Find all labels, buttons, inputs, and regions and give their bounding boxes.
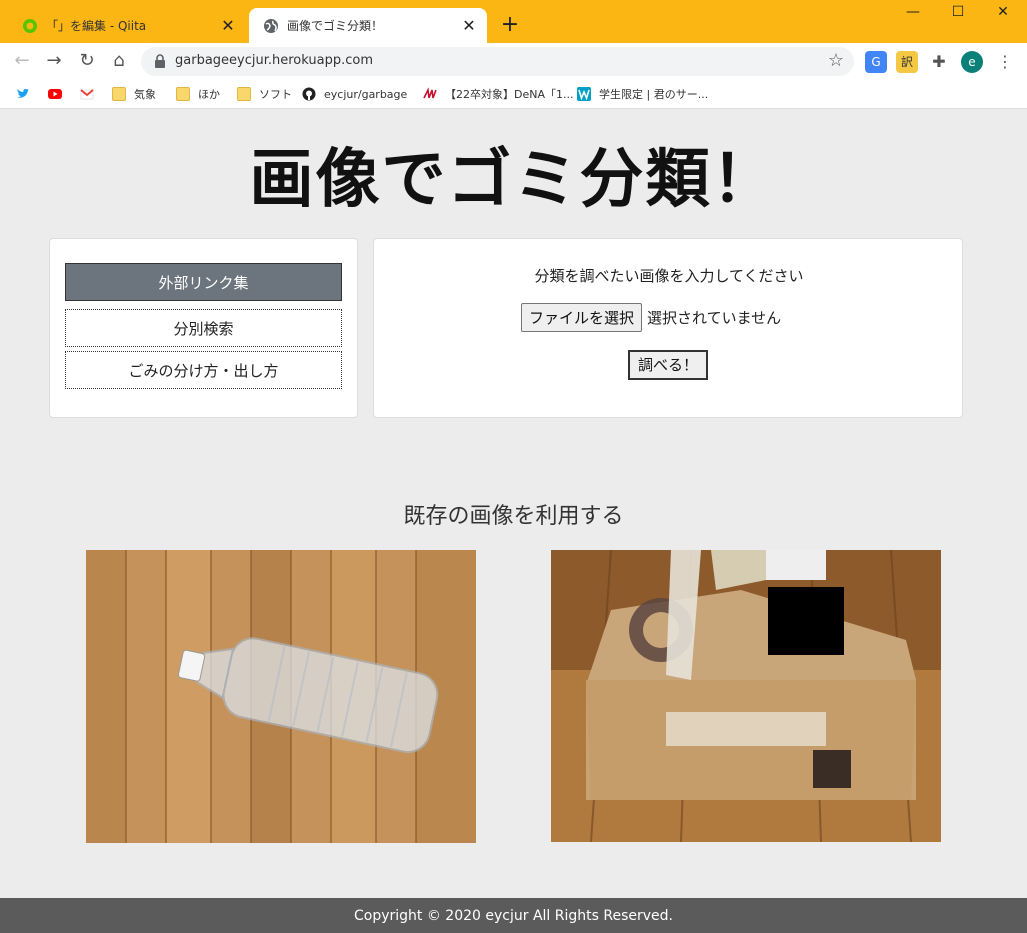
bookmark-label: 学生限定 | 君のサー... — [599, 88, 709, 101]
qiita-favicon-icon — [22, 18, 38, 34]
bookmark-label: ソフト — [259, 88, 292, 101]
github-icon — [302, 87, 316, 101]
upload-card: 分類を調べたい画像を入力してください ファイルを選択 選択されていません 調べる… — [373, 238, 963, 418]
browser-toolbar: ← → ↻ ⌂ garbageeycjur.herokuapp.com ☆ G … — [0, 43, 1027, 79]
globe-icon — [263, 18, 279, 34]
youtube-icon — [48, 89, 62, 99]
folder-icon — [112, 87, 126, 101]
puzzle-extensions-icon[interactable]: ✚ — [928, 51, 950, 73]
bookmark-gmail[interactable] — [80, 85, 102, 103]
external-links-button[interactable]: 外部リンク集 — [65, 263, 342, 301]
folder-icon — [237, 87, 251, 101]
close-window-button[interactable]: ✕ — [980, 4, 1026, 26]
sample-image-cardboard[interactable] — [551, 550, 941, 842]
page-content: 画像でゴミ分類！ 外部リンク集 分別検索 ごみの分け方・出し方 分類を調べたい画… — [0, 110, 1027, 933]
page-title: 画像でゴミ分類！ — [249, 143, 778, 217]
forward-arrow-icon[interactable]: → — [42, 49, 66, 73]
upload-prompt: 分類を調べたい画像を入力してください — [534, 267, 804, 285]
bookmark-label: eycjur/garbage — [324, 87, 408, 101]
bookmark-github[interactable]: eycjur/garbage — [302, 85, 407, 103]
tab-garbage-classifier[interactable]: 画像でゴミ分類！ ✕ — [249, 8, 487, 43]
back-arrow-icon[interactable]: ← — [10, 49, 34, 73]
dena-icon — [423, 87, 437, 99]
classify-submit-button[interactable]: 調べる！ — [628, 350, 708, 380]
reload-icon[interactable]: ↻ — [75, 49, 99, 73]
cardboard-photo — [551, 550, 941, 842]
w-icon — [577, 87, 591, 101]
tab-qiita[interactable]: 「」を編集 - Qiita ✕ — [8, 8, 246, 43]
bottle-photo — [86, 550, 476, 843]
choose-file-button[interactable]: ファイルを選択 — [521, 303, 643, 332]
category-search-button[interactable]: 分別検索 — [65, 309, 342, 347]
bookmark-label: ほか — [198, 88, 220, 101]
bookmark-folder[interactable]: 気象 — [112, 85, 156, 103]
close-tab-icon[interactable]: ✕ — [457, 16, 481, 35]
bookmark-label: 気象 — [134, 88, 156, 101]
bookmark-w[interactable]: 学生限定 | 君のサー... — [577, 85, 708, 103]
maximize-button[interactable]: ☐ — [935, 4, 981, 26]
folder-icon — [176, 87, 190, 101]
minimize-button[interactable]: — — [890, 4, 936, 26]
footer: Copyright © 2020 eycjur All Rights Reser… — [0, 898, 1027, 933]
browser-titlebar: 「」を編集 - Qiita ✕ 画像でゴミ分類！ ✕ + — ☐ ✕ — [0, 0, 1027, 43]
tab-title: 「」を編集 - Qiita — [46, 19, 147, 33]
new-tab-button[interactable]: + — [498, 14, 522, 38]
tab-title: 画像でゴミ分類！ — [287, 19, 384, 33]
menu-card: 外部リンク集 分別検索 ごみの分け方・出し方 — [49, 238, 358, 418]
sample-image-bottle[interactable] — [86, 550, 476, 843]
file-status-text: 選択されていません — [647, 309, 782, 327]
menu-dots-icon[interactable]: ⋮ — [994, 51, 1016, 73]
garbage-sorting-guide-button[interactable]: ごみの分け方・出し方 — [65, 351, 342, 389]
profile-avatar[interactable]: e — [961, 51, 983, 73]
close-tab-icon[interactable]: ✕ — [216, 16, 240, 35]
gmail-icon — [80, 89, 94, 100]
twitter-icon — [17, 88, 29, 98]
lock-icon — [155, 54, 165, 68]
sample-images-heading: 既存の画像を利用する — [403, 504, 624, 529]
file-input: ファイルを選択 選択されていません — [521, 303, 781, 332]
bookmark-twitter[interactable] — [16, 85, 38, 103]
url-text: garbageeycjur.herokuapp.com — [175, 53, 373, 68]
bookmarks-bar: 気象 ほか ソフト eycjur/garbage 【22卒対象】DeNA「1..… — [0, 79, 1027, 109]
home-icon[interactable]: ⌂ — [107, 49, 131, 73]
translate-extension-icon[interactable]: 訳 — [896, 51, 918, 73]
bookmark-label: 【22卒対象】DeNA「1... — [445, 88, 574, 101]
bookmark-folder[interactable]: ソフト — [237, 85, 292, 103]
bookmark-dena[interactable]: 【22卒対象】DeNA「1... — [423, 85, 573, 103]
bookmark-folder[interactable]: ほか — [176, 85, 220, 103]
bookmark-youtube[interactable] — [48, 85, 70, 103]
bookmark-star-icon[interactable]: ☆ — [828, 50, 844, 71]
google-translate-icon[interactable]: G — [865, 51, 887, 73]
address-bar[interactable]: garbageeycjur.herokuapp.com ☆ — [141, 47, 854, 76]
